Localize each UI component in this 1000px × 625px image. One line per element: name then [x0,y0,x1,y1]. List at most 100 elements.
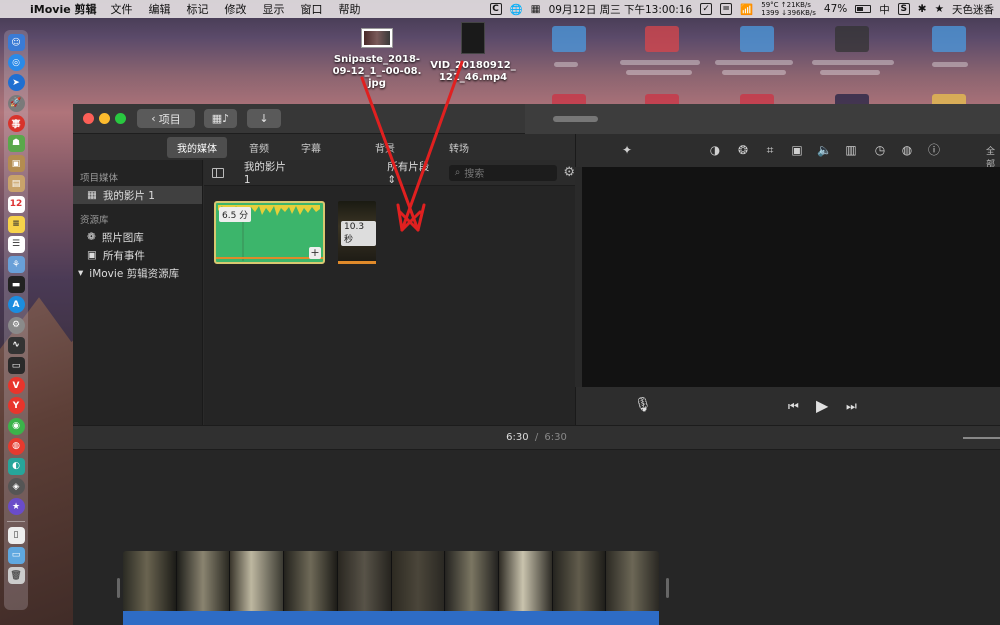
wechat-icon[interactable]: ◉ [7,417,25,435]
battery-icon[interactable] [855,5,872,13]
desktop-file-video[interactable]: VID_20180912_121_46.mp4 [426,22,520,84]
app-red-icon[interactable]: 事 [7,114,25,132]
clip-audio[interactable]: 6.5 分 + [214,201,325,264]
stabilization-icon[interactable]: ▣ [790,143,804,157]
play-icon[interactable]: ▶ [816,396,828,415]
terminal-icon[interactable]: ▬ [7,276,25,294]
netease-music-icon[interactable]: ◍ [7,437,25,455]
filter-icon[interactable]: ◍ [900,143,914,157]
zoom-button[interactable] [115,113,126,124]
display-icon[interactable]: = [720,3,733,15]
clip-video[interactable]: 10.3 秒 [338,201,376,264]
app-status-icon[interactable]: ✓ [700,3,713,15]
magic-wand-icon[interactable]: ✦ [620,143,634,157]
app-grey-icon[interactable]: ◈ [7,478,25,496]
tab-titles[interactable]: 字幕 [291,137,331,158]
tab-audio[interactable]: 音频 [239,137,279,158]
menu-window[interactable]: 窗口 [301,1,323,17]
launchpad-icon[interactable]: 🚀 [7,94,25,112]
timeline-audio-clip[interactable] [123,611,659,625]
add-clip-button[interactable]: + [309,247,321,259]
menu-modify[interactable]: 修改 [225,1,247,17]
sidebar-item-all-events[interactable]: ▣ 所有事件 [73,246,202,264]
appstore-icon[interactable]: A [7,296,25,314]
import-download-button[interactable]: ↓ [247,109,281,128]
document-icon[interactable]: ▯ [7,526,25,544]
finder-icon[interactable]: ☺ [7,34,25,51]
system-monitor[interactable]: 59°C ↑21KB/s 1399 ↓396KB/s [761,1,816,17]
snipaste-icon[interactable]: C [489,3,502,15]
globe-icon[interactable]: 🌐 [510,3,523,16]
timeline[interactable] [73,450,1000,625]
timeline-video-clip[interactable] [123,551,659,611]
browser-tabs: 我的媒体 音频 字幕 背景 转场 [73,134,575,160]
video-thumbnail [461,22,485,54]
zoom-slider[interactable] [963,437,1000,439]
equalizer-icon[interactable]: ▥ [844,143,858,157]
wifi-icon[interactable]: 📶 [740,3,753,16]
tab-transitions[interactable]: 转场 [439,137,479,158]
skip-back-icon[interactable]: ⏮ [788,399,799,414]
clip-filter-dropdown[interactable]: 所有片段 ⇕ [387,159,440,186]
reminders-icon[interactable]: ☰ [7,235,25,253]
color-correction-icon[interactable]: ❂ [736,143,750,157]
calendar-app-icon[interactable]: 12 [7,195,25,213]
dock: ☺ ◎ ➤ 🚀 事 ☗ ▣ ▤ 12 ≡ ☰ ⚘ ▬ A ⚙ ∿ ▭ V Y ◉… [4,30,28,610]
sidebar-item-project[interactable]: ▦ 我的影片 1 [73,186,202,204]
info-icon[interactable]: ⓘ [927,143,941,157]
menu-view[interactable]: 显示 [263,1,285,17]
disclosure-triangle-icon[interactable]: ▾ [78,267,83,279]
android-icon[interactable]: ☗ [7,134,25,152]
calendar-icon[interactable]: ▦ [531,3,541,15]
sidebar-item-photos[interactable]: ❁ 照片图库 [73,228,202,246]
video-viewer[interactable] [582,167,1000,387]
clip-trim-handle-left[interactable] [117,578,120,598]
tab-my-media[interactable]: 我的媒体 [167,136,227,158]
search-placeholder: 搜索 [464,169,485,180]
search-field[interactable]: ⌕ 搜索 [448,164,558,181]
menu-edit[interactable]: 编辑 [149,1,171,17]
stickies-icon[interactable]: ≡ [7,215,25,233]
notes-icon[interactable]: ▣ [7,155,25,173]
settings-gear-icon[interactable]: ⚙ [563,165,575,180]
contacts-icon[interactable]: ▤ [7,175,25,193]
crop-icon[interactable]: ⌗ [763,143,777,157]
bluetooth-icon[interactable]: ✱ [918,3,927,15]
media-import-button[interactable]: ▦♪ [204,109,237,128]
tab-backgrounds[interactable]: 背景 [365,137,405,158]
desktop-file-snipaste[interactable]: Snipaste_2018-09-12_1_-00-08.jpg [330,28,424,90]
user-name[interactable]: 天色迷香 [952,2,994,17]
preview-icon[interactable]: ⚘ [7,256,25,274]
compass-icon[interactable]: ➤ [7,74,25,92]
color-balance-icon[interactable]: ◑ [708,143,722,157]
menu-help[interactable]: 帮助 [339,1,361,17]
sogou-icon[interactable]: S [897,3,910,15]
system-preferences-icon[interactable]: ⚙ [7,316,25,334]
star-icon[interactable]: ★ [935,3,944,15]
close-button[interactable] [83,113,94,124]
minimize-button[interactable] [99,113,110,124]
sidebar-item-library[interactable]: ▾ iMovie 剪辑资源库 [73,264,202,282]
trash-icon[interactable]: 🗑 [7,567,25,585]
imovie-icon[interactable]: ★ [7,498,25,516]
app-menu[interactable]: iMovie 剪辑 [30,1,97,17]
folder-icon[interactable]: ▭ [7,546,25,564]
yandex-icon[interactable]: Y [7,397,25,415]
menu-file[interactable]: 文件 [111,1,133,17]
app-teal-icon[interactable]: ◐ [7,457,25,475]
activity-monitor-icon[interactable]: ∿ [7,336,25,354]
clock-datetime[interactable]: 09月12日 周三 下午13:00:16 [549,2,693,17]
safari-icon[interactable]: ◎ [7,54,25,72]
back-to-projects-button[interactable]: ‹ 项目 [137,109,195,128]
console-icon[interactable]: ▭ [7,357,25,374]
speed-icon[interactable]: ◷ [873,143,887,157]
battery-percent[interactable]: 47% [824,3,847,15]
skip-forward-icon[interactable]: ⏭ [846,399,857,414]
volume-icon[interactable]: 🔈 [817,143,832,157]
sidebar-toggle-icon[interactable] [212,167,224,178]
input-method[interactable]: 中 [879,2,890,17]
microphone-icon[interactable]: 🎙 [634,397,652,413]
menu-mark[interactable]: 标记 [187,1,209,17]
vivaldi-icon[interactable]: V [7,377,25,395]
clip-trim-handle-right[interactable] [666,578,669,598]
